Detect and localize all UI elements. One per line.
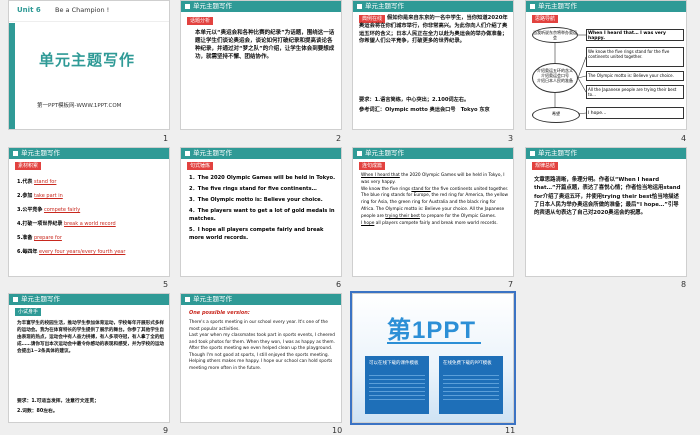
slide-thumb-7[interactable]: 单元主题写作 连句成篇 When I heard that the 2020 O…	[352, 147, 514, 277]
sentence-item: 2．The five rings stand for five continen…	[189, 186, 317, 192]
slide1-decor	[9, 23, 15, 129]
phrase-item: 5.准备 prepare for	[17, 235, 62, 241]
slide3-requirement: 要求：1.语言简练，中心突出；2.100词左右。	[359, 97, 470, 103]
phrase-item: 3.公平竞争 compete fairly	[17, 207, 81, 213]
slide-number-10: 10	[332, 426, 343, 435]
slide-number-3: 3	[508, 134, 514, 143]
section-tag: 句式锤炼	[187, 162, 214, 170]
section-tag: 规律总结	[532, 162, 559, 170]
slide-number-7: 7	[508, 280, 514, 289]
phrase-item: 4.打破一项世界纪录 break a world record	[17, 221, 116, 227]
section-tag: 话题分析	[187, 17, 214, 25]
slide3-body: 假如你是来自东京的一名中学生，当你知道2020年奥运会将在你们城市举行，你非常高…	[359, 15, 508, 45]
slide-header: 单元主题写作	[181, 294, 341, 305]
info-caption-right: 在线免费下载的PPT模板	[443, 361, 492, 366]
sentence-list: 1．The 2020 Olympic Games will be held in…	[189, 174, 337, 242]
slide-thumb-5[interactable]: 单元主题写作 素材积累 1.代表 stand for 2.参加 take par…	[8, 147, 170, 277]
essay-text: When I heard that the 2020 Olympic Games…	[361, 173, 509, 226]
slide-number-11: 11	[505, 426, 516, 435]
slide-number-8: 8	[681, 280, 687, 289]
slide-header: 单元主题写作	[353, 148, 513, 159]
mindmap-connectors	[554, 34, 587, 115]
sentence-item: 3．The Olympic motto is: Believe your cho…	[189, 197, 323, 203]
sentence-item: 1．The 2020 Olympic Games will be held in…	[189, 175, 336, 181]
slide-thumb-3[interactable]: 单元主题写作 典例在线 假如你是来自东京的一名中学生，当你知道2020年奥运会将…	[352, 0, 514, 130]
slide8-body: 文章思路清晰，条理分明。作者以“When I heard that…”开篇点题，…	[534, 177, 681, 217]
slide-header: 单元主题写作	[181, 1, 341, 12]
slide9-word-count: 2.词数：80左右。	[17, 409, 58, 414]
slide-thumb-11[interactable]: 第1PPT 可以在线下载的课件模板 在线免费下载的PPT模板	[350, 291, 516, 425]
unit-band: Unit 6 Be a Champion !	[9, 1, 169, 22]
phrase-item: 1.代表 stand for	[17, 179, 57, 185]
info-panel-right: 在线免费下载的PPT模板	[439, 356, 503, 414]
slide2-body: 本单元以“奥运会和各种比赛的纪录”为话题，围绕这一话题让学生们谈论奥运会，谈论如…	[195, 30, 335, 60]
slide-header: 单元主题写作	[9, 294, 169, 305]
slide9-body: 为丰富学生的校园生活，推动学生参加体育运动，学校每年开展形式多样的运动会。我为在…	[17, 321, 165, 354]
logo-mark: 第1PPT	[387, 317, 477, 344]
section-tag: 素材积累	[15, 162, 42, 170]
slide3-vocabulary: 参考词汇：Olympic motto 奥运会口号 Tokyo 东京	[359, 107, 490, 113]
slide-thumb-10[interactable]: 单元主题写作 One possible version: There's a s…	[180, 293, 342, 423]
slide-number-2: 2	[336, 134, 342, 143]
info-panel-lines	[443, 372, 499, 400]
logo-underline	[387, 342, 481, 344]
slide1-footer: 第一PPT模板网-WWW.1PPT.COM	[37, 103, 122, 109]
slide-number-4: 4	[681, 134, 687, 143]
unit-title: Be a Champion !	[55, 6, 110, 14]
section-tag: 小试身手	[15, 308, 42, 316]
sentence-item: 4．The players want to get a lot of gold …	[189, 208, 335, 222]
slide-thumb-8[interactable]: 单元主题写作 规律总结 文章思路清晰，条理分明。作者以“When I heard…	[525, 147, 687, 277]
phrase-item: 2.参加 take part in	[17, 193, 63, 199]
slide-header: 单元主题写作	[9, 148, 169, 159]
sample-label: One possible version:	[189, 310, 250, 316]
info-caption-left: 可以在线下载的课件模板	[369, 361, 419, 366]
slide-number-6: 6	[336, 280, 342, 289]
slide-header: 单元主题写作	[353, 1, 513, 12]
phrase-item: 6.每四年 every four years/every fourth year	[17, 249, 126, 255]
slide-header: 单元主题写作	[181, 148, 341, 159]
slide-thumb-6[interactable]: 单元主题写作 句式锤炼 1．The 2020 Olympic Games wil…	[180, 147, 342, 277]
slide-thumb-4[interactable]: 单元主题写作 思路导航 当我听说东京将举办奥运会 介绍奥运五环的含义 介绍奥运会口…	[525, 0, 687, 130]
info-panel-left: 可以在线下载的课件模板	[365, 356, 429, 414]
slide-thumb-2[interactable]: 单元主题写作 话题分析 本单元以“奥运会和各种比赛的纪录”为话题，围绕这一话题让…	[180, 0, 342, 130]
slide1-title: 单元主题写作	[39, 51, 136, 69]
info-panel-lines	[369, 372, 425, 400]
slide-number-9: 9	[163, 426, 169, 435]
slide-header: 单元主题写作	[526, 148, 686, 159]
sentence-item: 5．I hope all players compete fairly and …	[189, 227, 324, 241]
slide-thumb-1[interactable]: Unit 6 Be a Champion ! 单元主题写作 第一PPT模板网-W…	[8, 0, 170, 130]
phrase-list: 1.代表 stand for 2.参加 take part in 3.公平竞争 …	[17, 178, 167, 262]
slide-thumb-9[interactable]: 单元主题写作 小试身手 为丰富学生的校园生活，推动学生参加体育运动，学校每年开展…	[8, 293, 170, 423]
slide9-requirement: 要求：1.可适当发挥，注意行文连贯；	[17, 399, 99, 404]
section-tag: 连句成篇	[359, 162, 386, 170]
unit-label: Unit 6	[17, 6, 41, 14]
slide-number-1: 1	[163, 134, 169, 143]
sample-essay: There's a sports meeting in our school e…	[189, 320, 335, 371]
slide-number-5: 5	[163, 280, 169, 289]
